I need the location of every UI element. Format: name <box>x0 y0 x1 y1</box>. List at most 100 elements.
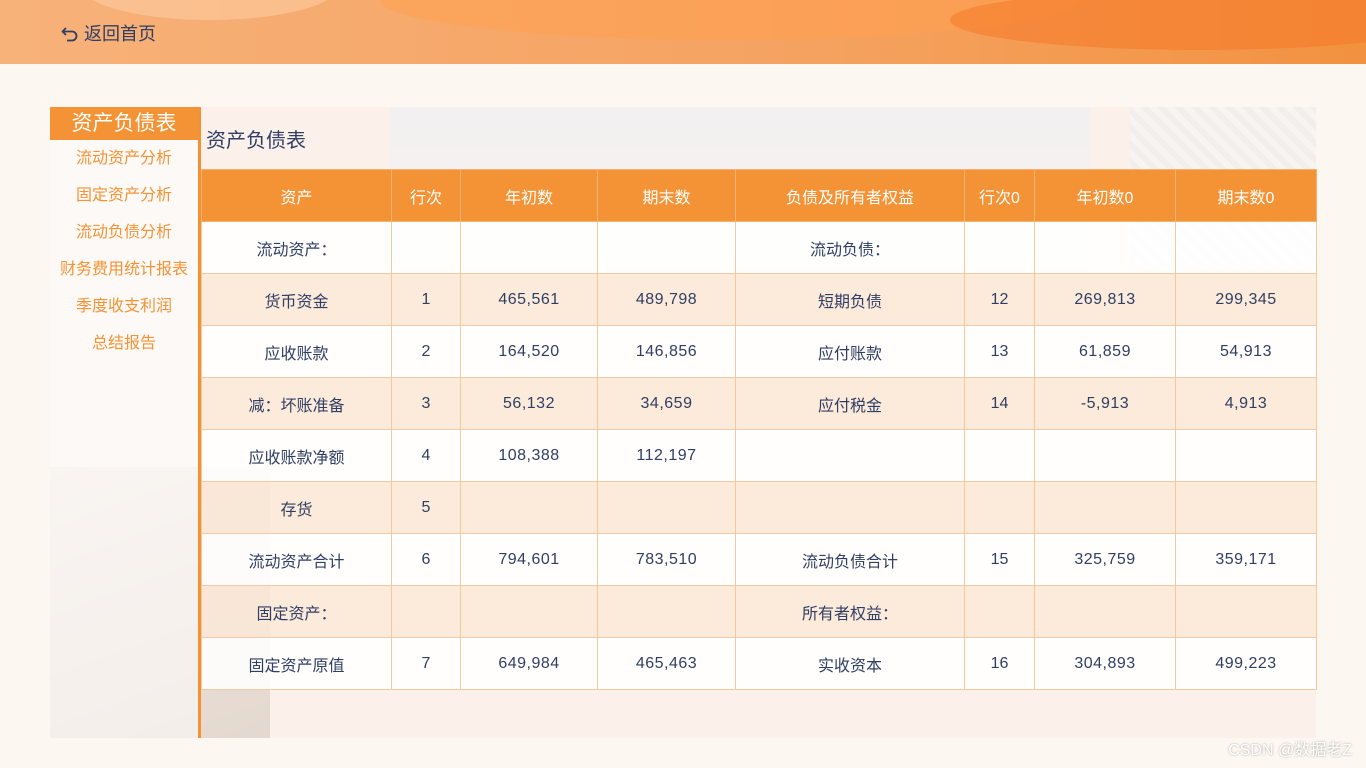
table-cell <box>964 429 1035 482</box>
sidebar-item-fixed-assets[interactable]: 固定资产分析 <box>50 177 198 214</box>
sidebar-item-summary-report[interactable]: 总结报告 <box>50 325 198 362</box>
table-cell <box>597 481 736 534</box>
table-cell: 流动负债： <box>735 221 965 274</box>
table-row: 固定资产： 所有者权益： <box>201 585 1317 638</box>
table-cell: 12 <box>964 273 1035 326</box>
table-cell: 499,223 <box>1175 637 1317 690</box>
table-cell: 应收账款 <box>201 325 392 378</box>
table-cell: 112,197 <box>597 429 736 482</box>
table-row: 应收账款净额 4 108,388 112,197 <box>201 429 1317 482</box>
table-row: 应收账款 2 164,520 146,856 应付账款 13 61,859 54… <box>201 325 1317 378</box>
table-cell: 304,893 <box>1034 637 1176 690</box>
table-cell: 56,132 <box>460 377 598 430</box>
table-cell: 3 <box>391 377 461 430</box>
table-cell: 15 <box>964 533 1035 586</box>
table-cell <box>597 585 736 638</box>
table-cell: 减：坏账准备 <box>201 377 392 430</box>
table-cell: 应付税金 <box>735 377 965 430</box>
table-cell: 146,856 <box>597 325 736 378</box>
sidebar-item-current-liabilities[interactable]: 流动负债分析 <box>50 214 198 251</box>
table-row: 固定资产原值 7 649,984 465,463 实收资本 16 304,893… <box>201 637 1317 690</box>
table-cell: 4 <box>391 429 461 482</box>
table-cell: 489,798 <box>597 273 736 326</box>
column-header: 行次 <box>391 169 461 222</box>
table-cell: 16 <box>964 637 1035 690</box>
column-header: 年初数 <box>460 169 598 222</box>
table-cell: 应收账款净额 <box>201 429 392 482</box>
table-row: 货币资金 1 465,561 489,798 短期负债 12 269,813 2… <box>201 273 1317 326</box>
table-cell: 7 <box>391 637 461 690</box>
table-cell <box>964 221 1035 274</box>
table-cell <box>391 221 461 274</box>
table-row: 存货 5 <box>201 481 1317 534</box>
table-cell <box>460 221 598 274</box>
back-home-label: 返回首页 <box>84 24 156 44</box>
table-cell: 108,388 <box>460 429 598 482</box>
sidebar-item-quarterly-profit[interactable]: 季度收支利润 <box>50 288 198 325</box>
column-header: 负债及所有者权益 <box>735 169 965 222</box>
sidebar-item-finance-expenses[interactable]: 财务费用统计报表 <box>50 251 198 288</box>
table-cell <box>964 585 1035 638</box>
back-home-link[interactable]: 返回首页 <box>60 20 156 46</box>
table-cell: 2 <box>391 325 461 378</box>
table-cell <box>460 481 598 534</box>
table-cell: 299,345 <box>1175 273 1317 326</box>
table-cell: 783,510 <box>597 533 736 586</box>
table-cell: 794,601 <box>460 533 598 586</box>
table-cell: 4,913 <box>1175 377 1317 430</box>
table-cell: 325,759 <box>1034 533 1176 586</box>
table-cell <box>1034 429 1176 482</box>
column-header: 行次0 <box>964 169 1035 222</box>
watermark: CSDN @数据老Z <box>1228 742 1352 759</box>
table-header-row: 资产 行次 年初数 期末数 负债及所有者权益 行次0 年初数0 期末数0 <box>201 169 1317 222</box>
page-title: 资产负债表 <box>206 130 306 152</box>
table-cell: 流动负债合计 <box>735 533 965 586</box>
table-cell: -5,913 <box>1034 377 1176 430</box>
table-cell <box>1034 221 1176 274</box>
table-cell: 6 <box>391 533 461 586</box>
table-row: 流动资产合计 6 794,601 783,510 流动负债合计 15 325,7… <box>201 533 1317 586</box>
table-cell <box>460 585 598 638</box>
table-cell: 5 <box>391 481 461 534</box>
table-cell: 固定资产： <box>201 585 392 638</box>
table-row: 流动资产： 流动负债： <box>201 221 1317 274</box>
table-cell <box>735 429 965 482</box>
column-header: 期末数 <box>597 169 736 222</box>
table-cell <box>1175 221 1317 274</box>
table-cell: 359,171 <box>1175 533 1317 586</box>
table-cell <box>391 585 461 638</box>
table-cell: 固定资产原值 <box>201 637 392 690</box>
table-cell: 实收资本 <box>735 637 965 690</box>
header-wave-decoration <box>950 0 1366 50</box>
table-cell: 465,463 <box>597 637 736 690</box>
column-header: 期末数0 <box>1175 169 1317 222</box>
table-cell: 61,859 <box>1034 325 1176 378</box>
table-cell: 164,520 <box>460 325 598 378</box>
table-cell: 流动资产： <box>201 221 392 274</box>
table-cell: 465,561 <box>460 273 598 326</box>
header-wave-decoration <box>80 0 340 20</box>
column-header: 资产 <box>201 169 392 222</box>
sidebar-item-current-assets[interactable]: 流动资产分析 <box>50 140 198 177</box>
table-cell <box>1034 585 1176 638</box>
table-cell: 存货 <box>201 481 392 534</box>
table-cell <box>964 481 1035 534</box>
table-cell <box>735 481 965 534</box>
table-cell <box>1034 481 1176 534</box>
table-cell <box>1175 429 1317 482</box>
undo-arrow-icon <box>61 27 78 42</box>
table-cell: 应付账款 <box>735 325 965 378</box>
table-cell: 流动资产合计 <box>201 533 392 586</box>
table-cell: 34,659 <box>597 377 736 430</box>
table-row: 减：坏账准备 3 56,132 34,659 应付税金 14 -5,913 4,… <box>201 377 1317 430</box>
top-header: 返回首页 <box>0 0 1366 64</box>
sidebar-title[interactable]: 资产负债表 <box>50 107 198 140</box>
column-header: 年初数0 <box>1034 169 1176 222</box>
table-cell: 269,813 <box>1034 273 1176 326</box>
table-cell <box>1175 481 1317 534</box>
table-cell <box>597 221 736 274</box>
balance-sheet-table: 资产 行次 年初数 期末数 负债及所有者权益 行次0 年初数0 期末数0 流动资… <box>201 169 1317 690</box>
table-cell: 货币资金 <box>201 273 392 326</box>
table-cell <box>1175 585 1317 638</box>
sidebar: 资产负债表 流动资产分析 固定资产分析 流动负债分析 财务费用统计报表 季度收支… <box>50 107 201 738</box>
